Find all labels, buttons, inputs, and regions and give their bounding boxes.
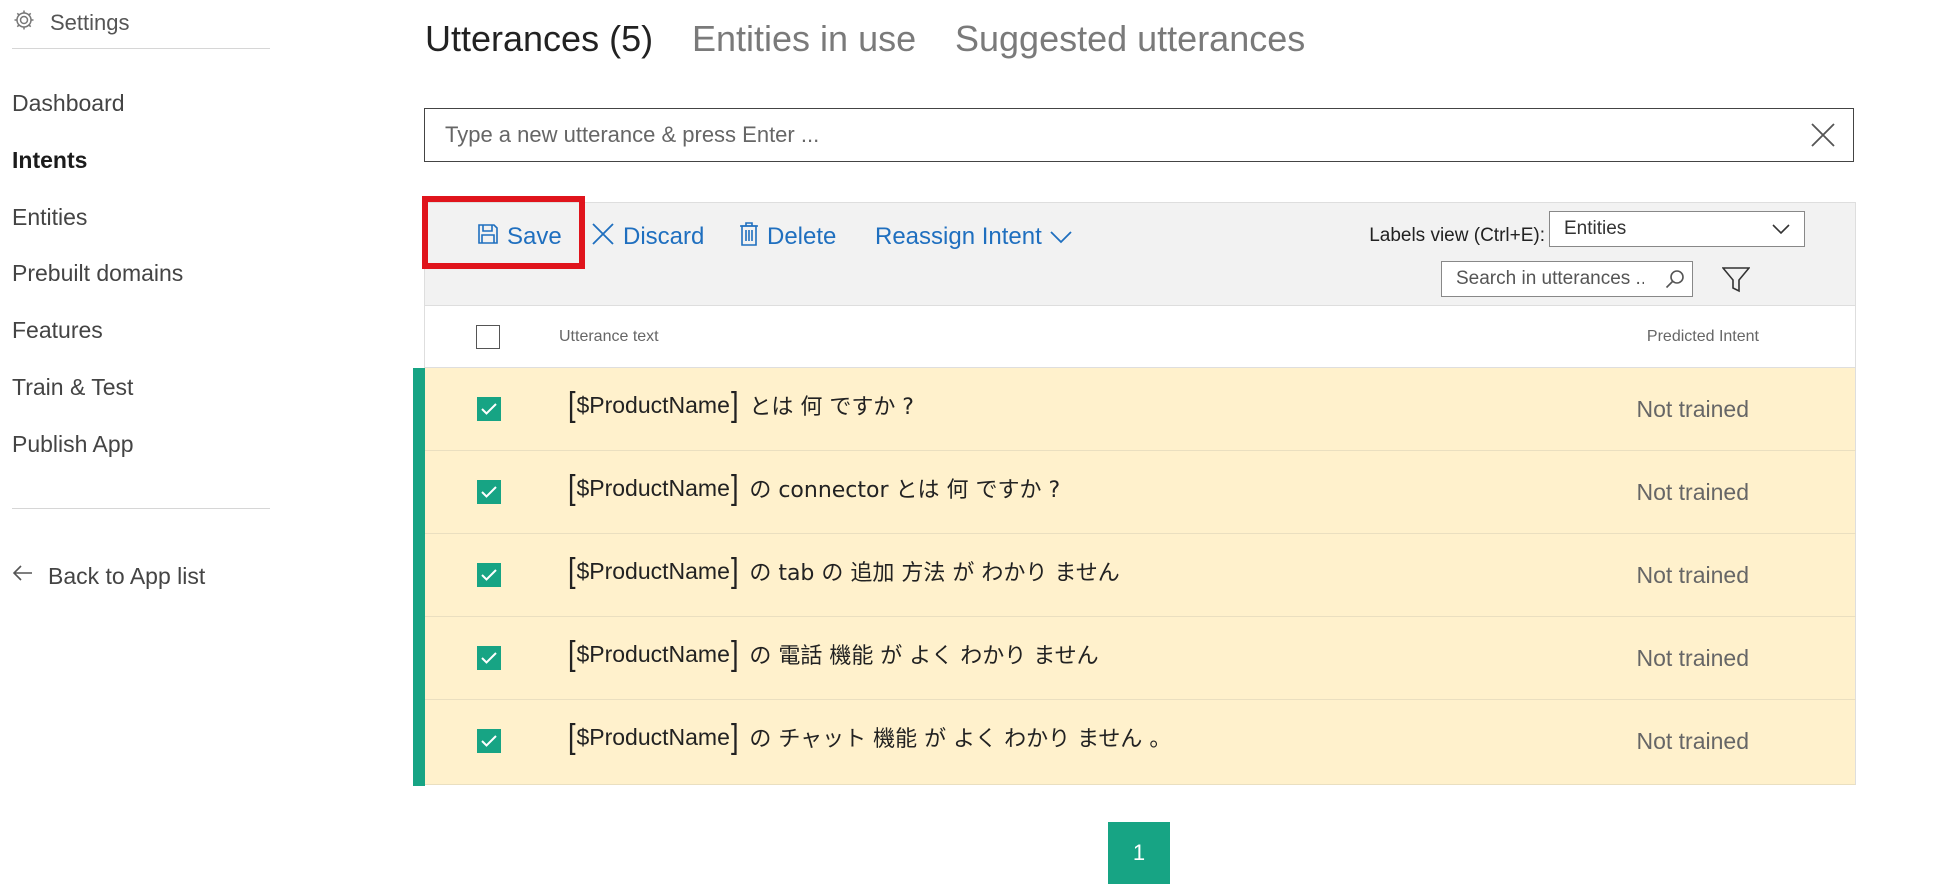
reassign-intent-dropdown[interactable]: Reassign Intent	[875, 219, 1072, 255]
entity-label[interactable]: $ProductName	[576, 475, 729, 502]
entity-label[interactable]: $ProductName	[576, 641, 729, 668]
utterance-search-box	[1441, 261, 1693, 297]
table-row[interactable]: [$ProductName] の tab の 追加 方法 が わかり ません No…	[425, 534, 1856, 617]
utterance-rest: の 電話 機能 が よく わかり ません	[749, 644, 1099, 669]
tab-utterances[interactable]: Utterances (5)	[425, 18, 653, 60]
sidebar-settings[interactable]: Settings	[12, 8, 130, 38]
tab-suggested-utterances[interactable]: Suggested utterances	[955, 18, 1305, 60]
delete-button[interactable]: Delete	[739, 219, 836, 255]
entity-bracket-close: ]	[730, 469, 739, 507]
table-row[interactable]: [$ProductName] の チャット 機能 が よく わかり ません 。 N…	[425, 700, 1856, 785]
predicted-intent[interactable]: Not trained	[1636, 562, 1749, 589]
entity-bracket-open: [	[567, 469, 576, 507]
utterance-text[interactable]: [$ProductName] とは 何 ですか ?	[567, 388, 914, 422]
utterance-text[interactable]: [$ProductName] の tab の 追加 方法 が わかり ません	[567, 554, 1120, 588]
close-icon	[591, 222, 615, 253]
row-checkbox[interactable]	[477, 480, 501, 504]
sidebar-item-entities[interactable]: Entities	[12, 204, 87, 231]
predicted-intent[interactable]: Not trained	[1636, 396, 1749, 423]
table-row[interactable]: [$ProductName] の 電話 機能 が よく わかり ません Not t…	[425, 617, 1856, 700]
utterance-rest: とは 何 ですか ?	[749, 395, 914, 420]
back-label: Back to App list	[48, 562, 206, 589]
arrow-left-icon	[12, 562, 34, 590]
utterance-rest: の tab の 追加 方法 が わかり ません	[749, 561, 1120, 586]
labels-view-select[interactable]: Entities	[1549, 211, 1805, 247]
entity-bracket-close: ]	[730, 718, 739, 756]
utterance-input[interactable]	[425, 109, 1793, 161]
row-checkbox[interactable]	[477, 729, 501, 753]
utterance-text[interactable]: [$ProductName] の connector とは 何 ですか ?	[567, 471, 1060, 505]
delete-label: Delete	[767, 223, 837, 250]
sidebar-divider	[12, 48, 270, 49]
sidebar-divider	[12, 508, 270, 509]
chevron-down-icon	[1050, 223, 1072, 251]
predicted-intent[interactable]: Not trained	[1636, 645, 1749, 672]
entity-bracket-close: ]	[730, 386, 739, 424]
entity-label[interactable]: $ProductName	[576, 392, 729, 419]
row-checkbox[interactable]	[477, 397, 501, 421]
tab-entities-in-use[interactable]: Entities in use	[692, 18, 916, 60]
entity-label[interactable]: $ProductName	[576, 724, 729, 751]
column-header-utterance: Utterance text	[559, 328, 659, 345]
discard-label: Discard	[623, 223, 705, 250]
sidebar-item-prebuilt-domains[interactable]: Prebuilt domains	[12, 260, 183, 287]
entity-bracket-open: [	[567, 718, 576, 756]
labels-view-value: Entities	[1564, 218, 1627, 239]
rows-accent-bar	[413, 368, 425, 786]
row-checkbox[interactable]	[477, 646, 501, 670]
chevron-down-icon	[1772, 218, 1790, 240]
table-row[interactable]: [$ProductName] とは 何 ですか ? Not trained	[425, 368, 1856, 451]
row-checkbox[interactable]	[477, 563, 501, 587]
table-row[interactable]: [$ProductName] の connector とは 何 ですか ? Not…	[425, 451, 1856, 534]
back-to-app-list-link[interactable]: Back to App list	[12, 562, 205, 590]
pagination-page-button[interactable]: 1	[1108, 822, 1170, 884]
search-icon[interactable]	[1658, 269, 1692, 289]
table-header: Utterance text Predicted Intent	[424, 306, 1856, 368]
utterances-toolbar: Save Discard Delete Reassign Intent Labe…	[424, 202, 1856, 306]
select-all-checkbox[interactable]	[476, 325, 500, 349]
sidebar-item-dashboard[interactable]: Dashboard	[12, 90, 125, 117]
utterance-text[interactable]: [$ProductName] の チャット 機能 が よく わかり ません 。	[567, 720, 1171, 754]
sidebar-item-train-test[interactable]: Train & Test	[12, 374, 133, 401]
sidebar-item-publish-app[interactable]: Publish App	[12, 431, 133, 458]
sidebar-item-features[interactable]: Features	[12, 317, 103, 344]
entity-bracket-close: ]	[730, 552, 739, 590]
entity-bracket-open: [	[567, 552, 576, 590]
discard-button[interactable]: Discard	[591, 219, 704, 255]
labels-view-label: Labels view (Ctrl+E):	[1369, 225, 1545, 246]
entity-bracket-open: [	[567, 386, 576, 424]
entity-bracket-open: [	[567, 635, 576, 673]
settings-label: Settings	[50, 10, 130, 35]
gear-icon	[12, 8, 36, 38]
predicted-intent[interactable]: Not trained	[1636, 728, 1749, 755]
sidebar-item-intents[interactable]: Intents	[12, 147, 87, 174]
reassign-label: Reassign Intent	[875, 223, 1042, 250]
utterance-search-input[interactable]	[1442, 268, 1658, 290]
utterance-text[interactable]: [$ProductName] の 電話 機能 が よく わかり ません	[567, 637, 1099, 671]
entity-bracket-close: ]	[730, 635, 739, 673]
close-icon[interactable]	[1793, 109, 1853, 161]
utterance-rest: の チャット 機能 が よく わかり ません 。	[749, 727, 1172, 752]
save-highlight-box	[422, 196, 585, 269]
filter-icon[interactable]	[1719, 263, 1753, 297]
utterance-input-box	[424, 108, 1854, 162]
entity-label[interactable]: $ProductName	[576, 558, 729, 585]
predicted-intent[interactable]: Not trained	[1636, 479, 1749, 506]
trash-icon	[739, 221, 759, 253]
utterance-rest: の connector とは 何 ですか ?	[749, 478, 1061, 503]
column-header-predicted-intent: Predicted Intent	[1646, 328, 1759, 345]
